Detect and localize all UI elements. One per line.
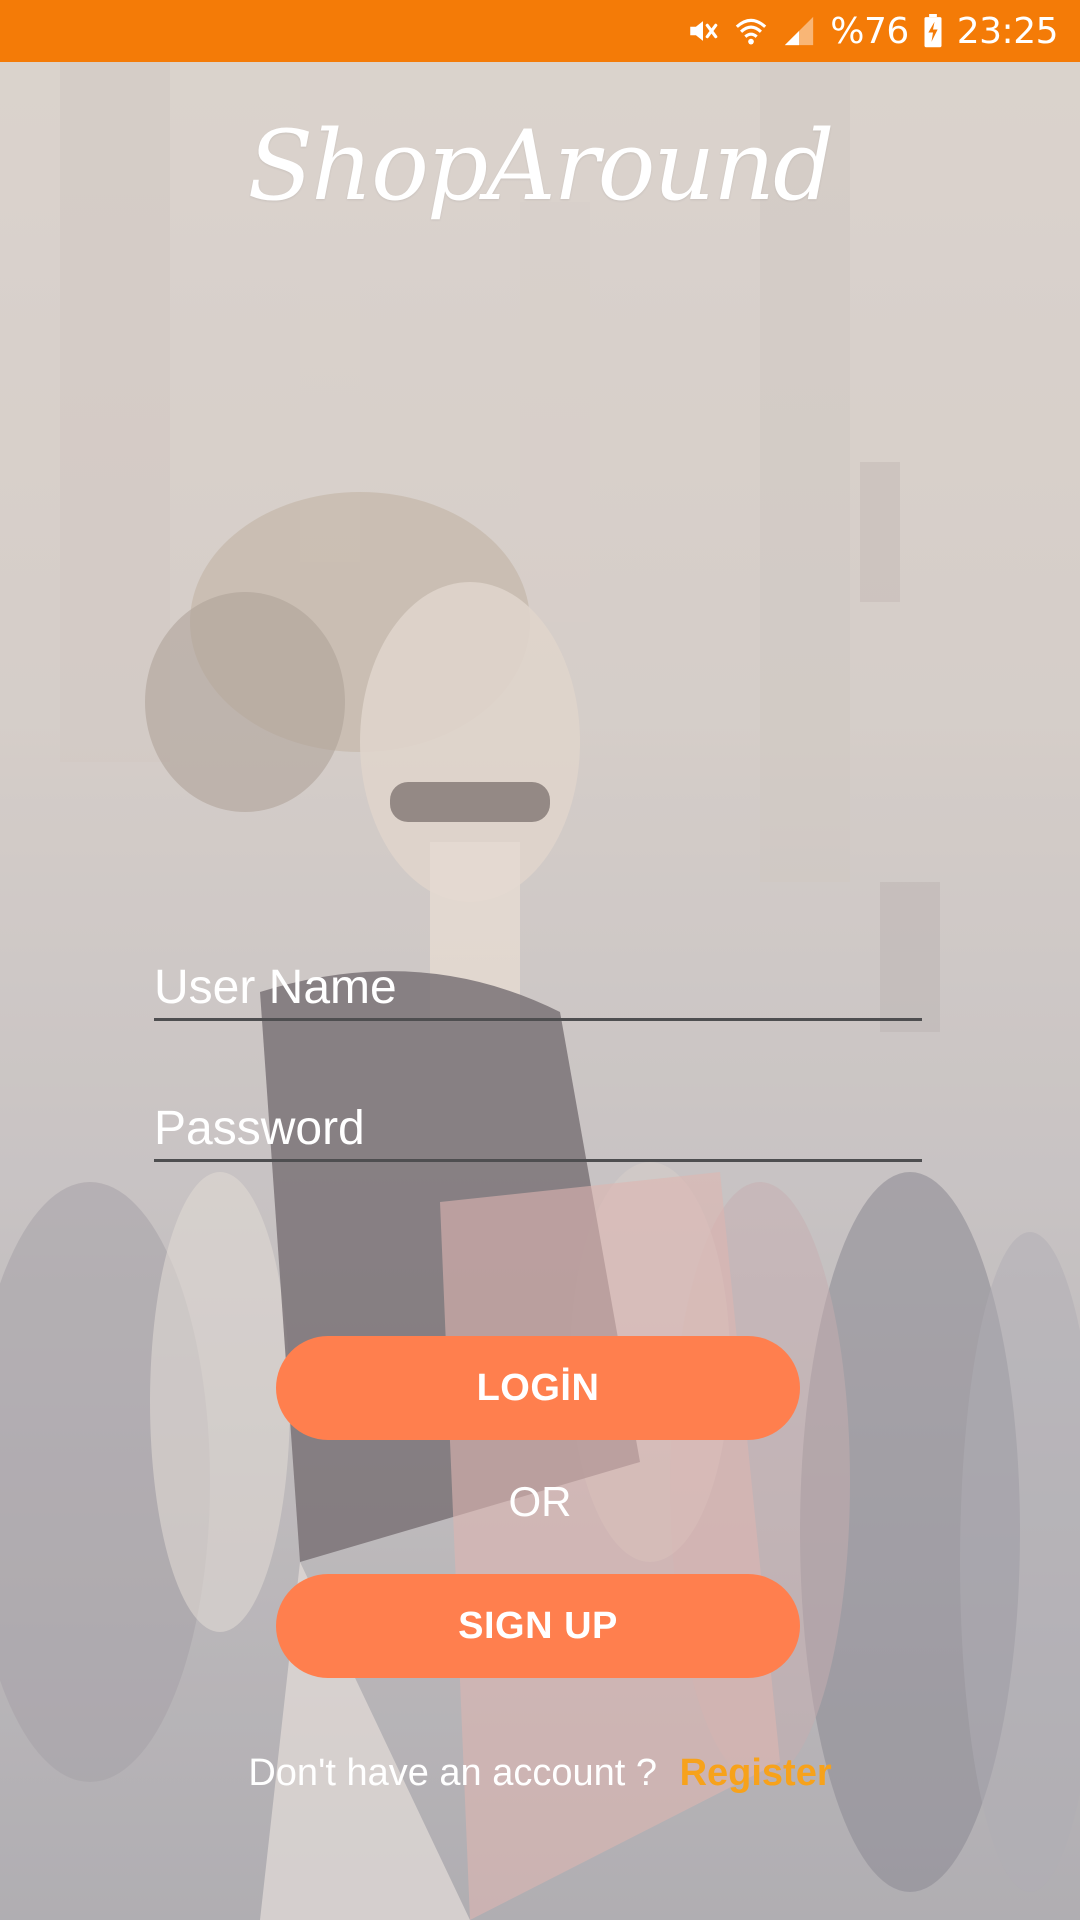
clock: 23:25 [956, 10, 1059, 52]
or-separator: OR [508, 1478, 572, 1525]
wifi-icon [734, 14, 768, 48]
password-input[interactable] [154, 1097, 922, 1159]
register-prompt-text: Don't have an account ? [248, 1752, 658, 1794]
battery-charging-icon [923, 14, 943, 48]
battery-percent: %76 [830, 10, 909, 52]
login-button-label: LOGİN [476, 1366, 600, 1409]
status-bar: %76 23:25 [0, 0, 1080, 62]
register-prompt: Don't have an account ? Register [0, 1752, 1080, 1795]
login-screen: %76 23:25 ShopAround LOGİN OR SIGN UP Do… [0, 0, 1080, 1920]
signup-button[interactable]: SIGN UP [276, 1574, 800, 1678]
password-field [154, 1097, 922, 1162]
signup-button-label: SIGN UP [458, 1604, 618, 1647]
cell-signal-icon [782, 14, 816, 48]
username-input[interactable] [154, 956, 922, 1018]
app-logo: ShopAround [247, 110, 835, 222]
mute-icon [686, 14, 720, 48]
register-link[interactable]: Register [680, 1752, 832, 1794]
username-field [154, 956, 922, 1021]
login-button[interactable]: LOGİN [276, 1336, 800, 1440]
